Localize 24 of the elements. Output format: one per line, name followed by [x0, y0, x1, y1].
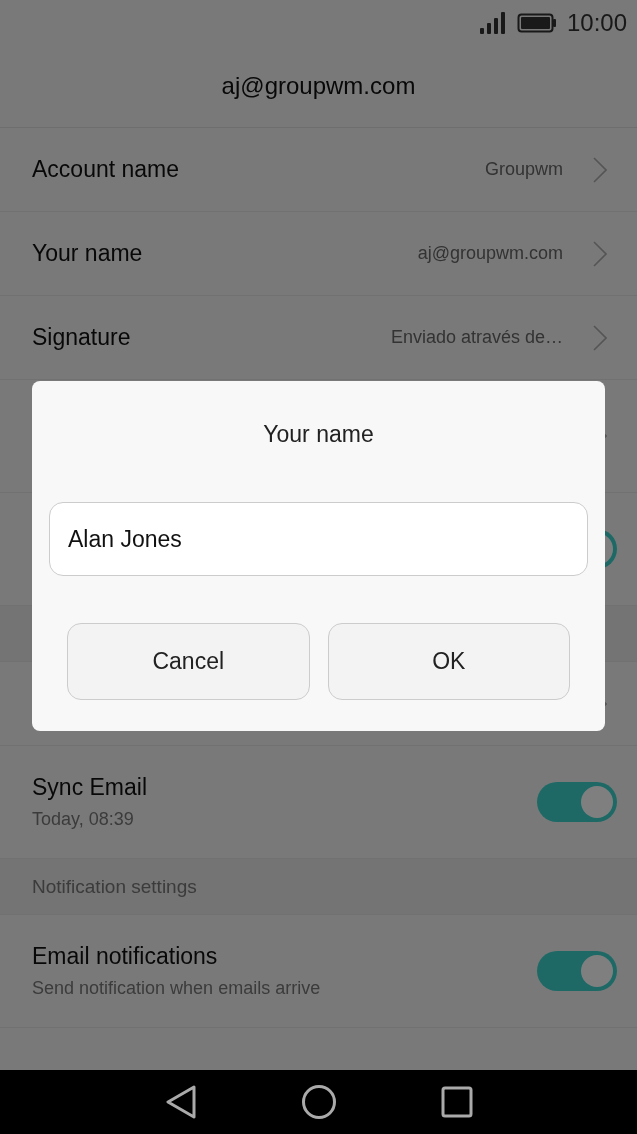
setting-label: Sync Email: [32, 774, 148, 801]
dialog-title: Your name: [262, 421, 375, 448]
home-icon[interactable]: [300, 1084, 337, 1120]
ok-button[interactable]: OK: [327, 623, 570, 700]
toggle-switch[interactable]: [537, 951, 617, 991]
chevron-right-icon: [593, 156, 607, 183]
battery-icon: [516, 12, 557, 33]
toggle-switch[interactable]: [537, 782, 617, 822]
signal-icon: [479, 11, 507, 34]
cancel-button[interactable]: Cancel: [67, 623, 310, 700]
setting-label: Email notifications: [32, 943, 219, 970]
chevron-right-icon: [593, 324, 607, 351]
section-header: Notification settings: [32, 875, 197, 898]
setting-subtitle: Today, 08:39: [32, 809, 135, 830]
status-time: 10:00: [566, 8, 627, 37]
back-icon[interactable]: [164, 1085, 197, 1119]
chevron-right-icon: [593, 240, 607, 267]
settings-row[interactable]: Your name aj@groupwm.com: [0, 212, 637, 296]
name-input-field[interactable]: Alan Jones: [49, 502, 588, 576]
settings-row[interactable]: Account name Groupwm: [0, 128, 637, 212]
page-title: aj@groupwm.com: [221, 72, 416, 100]
setting-subtitle: Send notification when emails arrive: [32, 978, 321, 999]
recent-apps-icon[interactable]: [440, 1086, 473, 1118]
settings-row[interactable]: Signature Enviado através de…: [0, 296, 637, 380]
